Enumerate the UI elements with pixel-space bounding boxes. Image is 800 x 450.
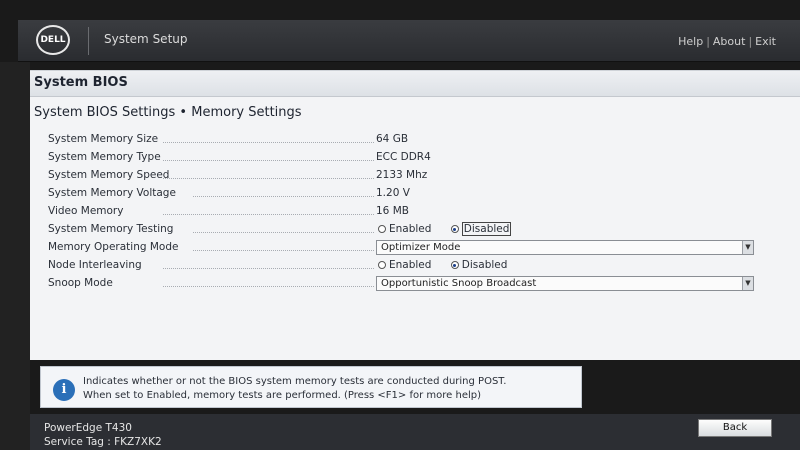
dropdown-arrow-icon[interactable]: ▼: [742, 277, 753, 290]
footer-bar: PowerEdge T430 Service Tag : FKZ7XK2 Bac…: [30, 414, 800, 450]
setting-row-memory-speed: System Memory Speed 2133 Mhz: [48, 167, 788, 185]
header-divider: [88, 27, 89, 55]
help-box: i Indicates whether or not the BIOS syst…: [40, 366, 582, 408]
leader-dots: [163, 160, 374, 161]
info-icon: i: [53, 379, 75, 401]
setting-value: 2133 Mhz: [376, 169, 428, 181]
setting-value: ECC DDR4: [376, 151, 431, 163]
setting-label: Node Interleaving: [48, 259, 142, 271]
radio-button[interactable]: [450, 261, 459, 269]
leader-dots: [163, 286, 374, 287]
select-value: Optimizer Mode: [381, 242, 461, 253]
panel-title: System BIOS: [30, 71, 800, 97]
setting-value: 64 GB: [376, 133, 409, 145]
option-label: Enabled: [389, 223, 432, 235]
select-value: Opportunistic Snoop Broadcast: [381, 278, 537, 289]
section-title: System BIOS Settings • Memory Settings: [34, 105, 302, 120]
help-link[interactable]: Help: [678, 35, 703, 48]
settings-list: System Memory Size 64 GB System Memory T…: [48, 131, 788, 293]
setting-label: System Memory Type: [48, 151, 161, 163]
leader-dots: [163, 178, 374, 179]
setting-row-memory-size: System Memory Size 64 GB: [48, 131, 788, 149]
node-interleaving-radio-group: Enabled Disabled: [378, 259, 523, 271]
option-label: Enabled: [389, 259, 432, 271]
setting-label: Snoop Mode: [48, 277, 113, 289]
dropdown-arrow-icon[interactable]: ▼: [742, 241, 753, 254]
setting-row-video-memory: Video Memory 16 MB: [48, 203, 788, 221]
setting-label: System Memory Testing: [48, 223, 174, 235]
leader-dots: [163, 268, 374, 269]
snoop-mode-select[interactable]: Opportunistic Snoop Broadcast ▼: [376, 276, 754, 291]
setting-label: System Memory Voltage: [48, 187, 176, 199]
setting-row-memory-voltage: System Memory Voltage 1.20 V: [48, 185, 788, 203]
setting-value: 16 MB: [376, 205, 409, 217]
setting-row-node-interleaving: Node Interleaving Enabled Disabled: [48, 257, 788, 275]
dell-logo: DELL: [36, 25, 70, 55]
option-label: Disabled: [461, 222, 512, 236]
main-panel: System BIOS System BIOS Settings • Memor…: [30, 70, 800, 360]
memory-testing-radio-group: Enabled Disabled: [378, 222, 527, 236]
setting-label: Memory Operating Mode: [48, 241, 179, 253]
setting-row-memory-testing: System Memory Testing Enabled Disabled: [48, 221, 788, 239]
node-interleaving-enabled-option[interactable]: Enabled: [378, 259, 431, 271]
setting-row-memory-type: System Memory Type ECC DDR4: [48, 149, 788, 167]
node-interleaving-disabled-option[interactable]: Disabled: [450, 259, 508, 271]
radio-button[interactable]: [450, 225, 459, 233]
leader-dots: [193, 232, 374, 233]
setting-label: Video Memory: [48, 205, 124, 217]
setting-label: System Memory Speed: [48, 169, 170, 181]
model-name: PowerEdge T430: [44, 422, 132, 434]
memory-operating-mode-select[interactable]: Optimizer Mode ▼: [376, 240, 754, 255]
about-link[interactable]: About: [713, 35, 746, 48]
service-tag: Service Tag : FKZ7XK2: [44, 436, 162, 448]
setting-row-memory-operating-mode: Memory Operating Mode Optimizer Mode ▼: [48, 239, 788, 257]
setting-value: 1.20 V: [376, 187, 410, 199]
leader-dots: [163, 142, 374, 143]
help-line: Indicates whether or not the BIOS system…: [83, 376, 507, 387]
link-separator: |: [748, 35, 753, 48]
leader-dots: [193, 196, 374, 197]
setting-label: System Memory Size: [48, 133, 159, 145]
app-title: System Setup: [104, 32, 188, 46]
help-line: When set to Enabled, memory tests are pe…: [83, 390, 482, 401]
screen-bezel: [0, 62, 30, 450]
radio-button[interactable]: [378, 261, 386, 269]
link-separator: |: [706, 35, 710, 48]
leader-dots: [163, 214, 374, 215]
option-label: Disabled: [461, 259, 508, 271]
leader-dots: [193, 250, 374, 251]
help-text: Indicates whether or not the BIOS system…: [83, 375, 506, 403]
header-bar: DELL System Setup Help | About | Exit: [18, 20, 800, 62]
memory-testing-disabled-option[interactable]: Disabled: [450, 222, 512, 236]
setting-row-snoop-mode: Snoop Mode Opportunistic Snoop Broadcast…: [48, 275, 788, 293]
exit-link[interactable]: Exit: [755, 35, 776, 48]
back-button[interactable]: Back: [698, 419, 772, 437]
memory-testing-enabled-option[interactable]: Enabled: [378, 223, 431, 235]
header-links: Help | About | Exit: [678, 35, 776, 48]
radio-button[interactable]: [378, 225, 386, 233]
